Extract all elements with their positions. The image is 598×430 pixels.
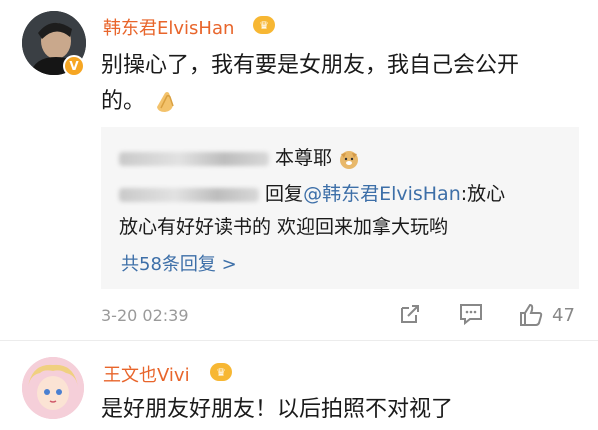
crown-icon: ♛: [210, 363, 232, 381]
user-avatar-vivi[interactable]: [22, 357, 84, 419]
like-button[interactable]: 47: [518, 302, 575, 328]
comment-username[interactable]: 韩东君ElvisHan: [103, 14, 234, 40]
reply-item-2-line2: 放心有好好读书的 欢迎回来加拿大玩哟: [119, 216, 449, 238]
comment-divider: [0, 340, 598, 341]
clapping-hands-emoji-icon: [157, 92, 174, 112]
share-icon: [401, 305, 419, 323]
comment-text: 是好朋友好朋友！以后拍照不对视了: [101, 397, 454, 422]
thumbs-up-icon: [520, 303, 543, 326]
comment-icon: [460, 304, 482, 326]
reply-prefix: 回复: [265, 183, 304, 205]
blurred-username: [119, 151, 269, 166]
mention-link[interactable]: @韩东君ElvisHan: [303, 183, 461, 205]
share-button[interactable]: [398, 302, 422, 326]
reply-text: 本尊耶: [275, 147, 333, 169]
comment-text-line2-text: 的。: [101, 89, 146, 114]
replies-panel[interactable]: 本尊耶 回复@韩东君ElvisHan:放心 放心有好好读书的 欢迎回来加拿大玩哟…: [101, 127, 579, 289]
doge-emoji-icon: [340, 150, 359, 169]
more-replies-link[interactable]: 共58条回复 >: [121, 250, 237, 276]
avatar-cartoon-icon: [22, 357, 84, 419]
like-count: 47: [552, 304, 575, 326]
crown-icon: ♛: [253, 16, 275, 34]
comment-username[interactable]: 王文也Vivi: [103, 361, 190, 387]
comment-button[interactable]: [458, 302, 484, 326]
comment-timestamp: 3-20 02:39: [101, 306, 189, 325]
blurred-username: [119, 187, 259, 202]
comment-text-line2: 的。: [101, 84, 178, 120]
reply-text: :放心: [460, 183, 506, 205]
reply-item-2: 回复@韩东君ElvisHan:放心: [119, 179, 505, 206]
reply-item-1: 本尊耶: [119, 143, 360, 170]
comment-text-line1: 别操心了，我有要是女朋友，我自己会公开: [101, 53, 520, 78]
verified-badge-icon: V: [63, 55, 85, 77]
